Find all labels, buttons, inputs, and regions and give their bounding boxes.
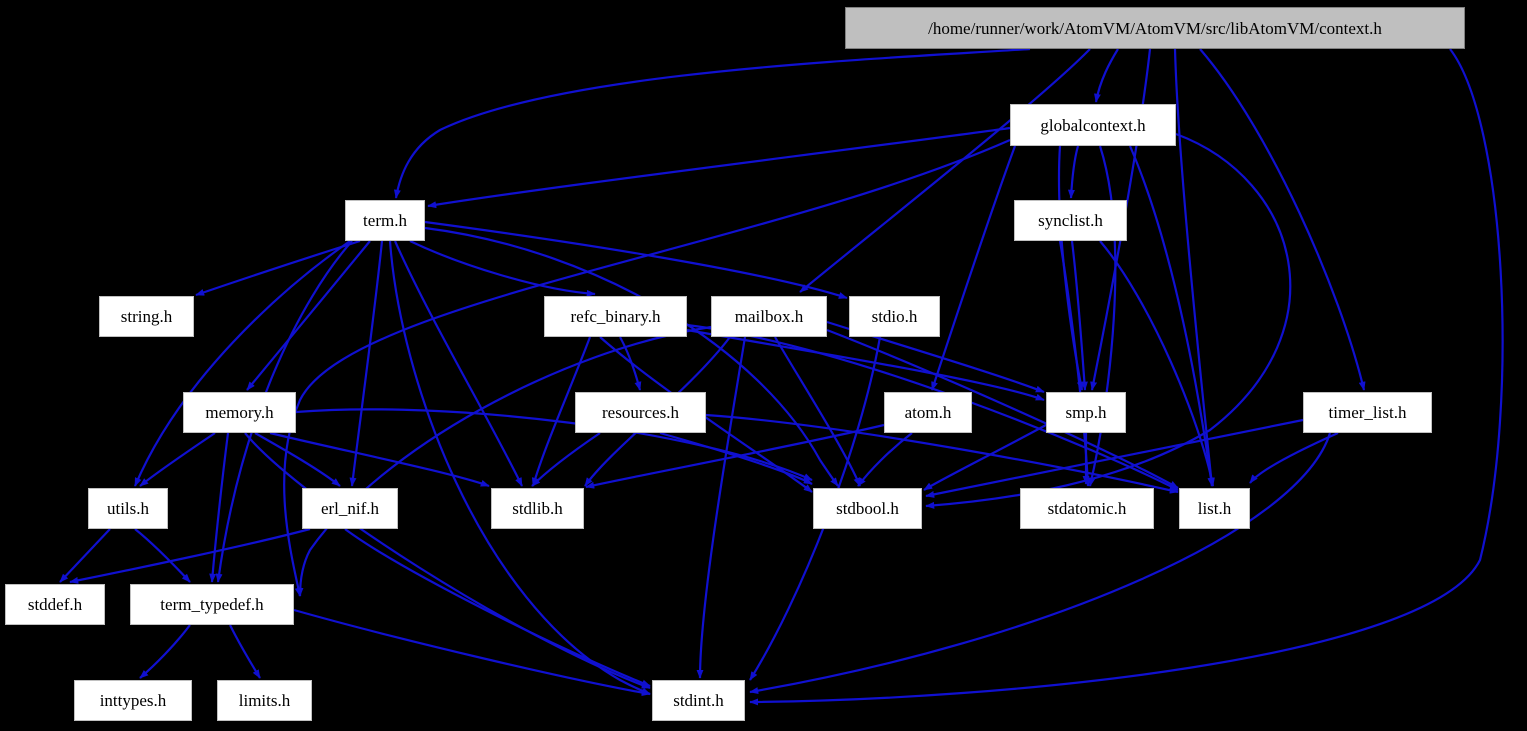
edge-utils-to-term_typedef — [134, 528, 191, 583]
node-label: /home/runner/work/AtomVM/AtomVM/src/libA… — [928, 18, 1382, 38]
edge-term-to-refc_binary — [409, 240, 596, 297]
graph-node-limits[interactable]: limits.h — [217, 680, 312, 721]
edge-globalcontext-to-synclist — [1067, 145, 1080, 199]
edge-context-to-timer_list — [1199, 48, 1366, 391]
edge-globalcontext-to-stdbool — [925, 132, 1292, 509]
edge-globalcontext-to-stdatomic — [1088, 145, 1117, 487]
graph-node-stdatomic[interactable]: stdatomic.h — [1020, 488, 1154, 529]
node-label: term_typedef.h — [160, 595, 264, 614]
graph-node-stdio[interactable]: stdio.h — [849, 296, 940, 337]
edge-term-to-memory — [246, 240, 371, 391]
graph-node-timer_list[interactable]: timer_list.h — [1303, 392, 1432, 433]
include-dependency-graph: /home/runner/work/AtomVM/AtomVM/src/libA… — [0, 0, 1527, 731]
graph-node-term_typedef[interactable]: term_typedef.h — [130, 584, 294, 625]
graph-node-utils[interactable]: utils.h — [88, 488, 168, 529]
node-label: limits.h — [238, 691, 291, 710]
node-label: erl_nif.h — [320, 499, 380, 518]
edge-context-to-globalcontext — [1094, 48, 1119, 103]
node-label: stdint.h — [673, 691, 724, 710]
edge-timer_list-to-list — [1249, 431, 1339, 484]
graph-node-context[interactable]: /home/runner/work/AtomVM/AtomVM/src/libA… — [845, 7, 1465, 49]
edge-memory-to-erl_nif — [254, 432, 341, 487]
node-label: stdatomic.h — [1047, 499, 1127, 518]
graph-node-stdbool[interactable]: stdbool.h — [813, 488, 922, 529]
node-label: stddef.h — [27, 595, 83, 614]
edge-timer_list-to-stdint — [749, 432, 1332, 695]
edge-smp-to-stdbool — [923, 424, 1047, 491]
edge-globalcontext-to-term — [427, 126, 1011, 209]
edge-atom-to-stdbool — [857, 432, 913, 487]
node-label: atom.h — [904, 403, 952, 422]
node-label: synclist.h — [1038, 211, 1103, 230]
node-label: smp.h — [1065, 403, 1107, 422]
edge-globalcontext-to-atom — [930, 145, 1017, 391]
graph-node-term[interactable]: term.h — [345, 200, 425, 241]
node-label: stdio.h — [871, 307, 918, 326]
edge-term-to-utils — [133, 240, 351, 487]
node-label: inttypes.h — [99, 691, 167, 710]
node-label: term.h — [363, 211, 407, 230]
node-label: stdlib.h — [512, 499, 563, 518]
edge-context-to-mailbox — [799, 48, 1091, 293]
node-label: refc_binary.h — [570, 307, 661, 326]
edge-term_typedef-to-stdint — [293, 608, 651, 697]
graph-node-memory[interactable]: memory.h — [183, 392, 296, 433]
graph-node-stddef[interactable]: stddef.h — [5, 584, 105, 625]
node-label: list.h — [1197, 499, 1232, 518]
edge-memory-to-term_typedef — [209, 432, 230, 583]
graph-node-inttypes[interactable]: inttypes.h — [74, 680, 192, 721]
edge-mailbox-to-stdint — [696, 336, 747, 679]
graph-node-list[interactable]: list.h — [1179, 488, 1250, 529]
node-label: timer_list.h — [1328, 403, 1407, 422]
edge-mailbox-to-term_typedef — [296, 325, 712, 597]
edge-utils-to-stddef — [59, 528, 111, 583]
edge-term_typedef-to-inttypes — [139, 624, 191, 679]
edge-globalcontext-to-smp — [1057, 145, 1084, 391]
edge-term_typedef-to-limits — [229, 624, 261, 679]
edge-context-to-term — [393, 47, 1031, 199]
graph-node-stdlib[interactable]: stdlib.h — [491, 488, 584, 529]
node-label: globalcontext.h — [1040, 115, 1146, 135]
node-label: utils.h — [106, 499, 150, 518]
graph-node-globalcontext[interactable]: globalcontext.h — [1010, 104, 1176, 146]
graph-node-stdint[interactable]: stdint.h — [652, 680, 745, 721]
graph-node-string[interactable]: string.h — [99, 296, 194, 337]
graph-node-erl_nif[interactable]: erl_nif.h — [302, 488, 398, 529]
edge-atom-to-stdlib — [585, 423, 885, 489]
edge-term-to-string — [195, 239, 361, 297]
graph-node-smp[interactable]: smp.h — [1046, 392, 1126, 433]
graph-node-atom[interactable]: atom.h — [884, 392, 972, 433]
edge-erl_nif-to-stddef — [69, 527, 311, 584]
edge-term-to-stdlib — [393, 240, 523, 487]
edge-term-to-erl_nif — [349, 240, 384, 487]
edge-memory-to-utils — [139, 432, 216, 487]
graph-node-synclist[interactable]: synclist.h — [1014, 200, 1127, 241]
edge-memory-to-stdbool — [295, 408, 813, 482]
graph-node-mailbox[interactable]: mailbox.h — [711, 296, 827, 337]
graph-node-refc_binary[interactable]: refc_binary.h — [544, 296, 687, 337]
edge-term-to-stdio — [424, 220, 848, 300]
node-label: mailbox.h — [734, 307, 804, 326]
node-label: memory.h — [205, 403, 274, 422]
node-label: stdbool.h — [836, 499, 899, 518]
node-label: resources.h — [602, 403, 679, 422]
node-label: string.h — [120, 307, 173, 326]
graph-node-resources[interactable]: resources.h — [575, 392, 706, 433]
